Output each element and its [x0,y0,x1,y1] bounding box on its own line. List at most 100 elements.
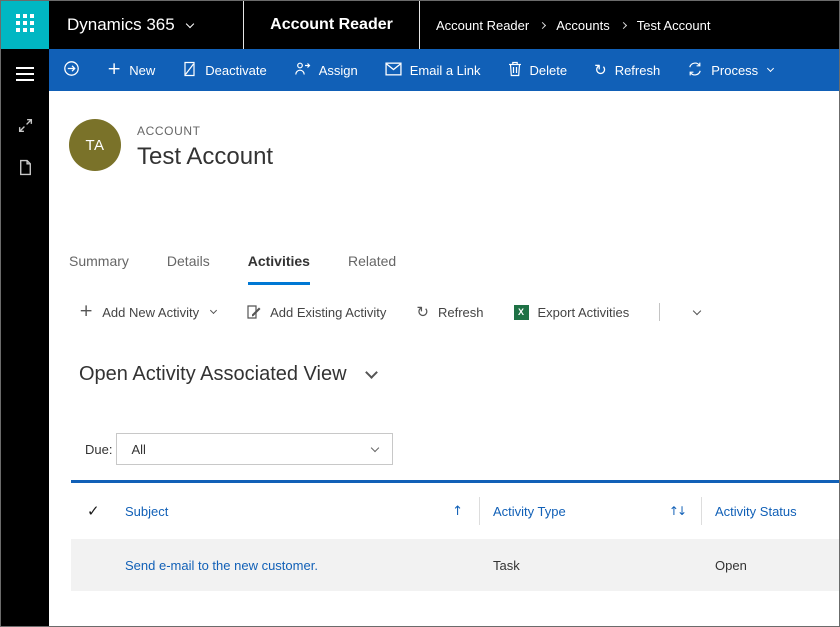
tab-related[interactable]: Related [348,253,396,285]
command-deactivate[interactable]: Deactivate [182,61,266,80]
button-label: Add New Activity [102,305,199,320]
due-filter: Due: All [85,433,839,465]
due-filter-select[interactable]: All [116,433,393,465]
chevron-down-icon [185,19,193,27]
breadcrumb-item-account-reader[interactable]: Account Reader [436,18,529,33]
button-label: Export Activities [538,305,630,320]
select-all-checkbox[interactable]: ✓ [71,483,125,539]
app-window: Dynamics 365 Account Reader Account Read… [0,0,840,627]
command-label: Assign [319,63,358,78]
chevron-down-icon [371,443,379,451]
app-launcher-button[interactable] [1,1,49,49]
export-activities-button[interactable]: X Export Activities [514,305,630,320]
top-navigation-bar: Dynamics 365 Account Reader Account Read… [1,1,839,49]
excel-icon: X [514,305,529,320]
command-bar: + New Deactivate [49,49,839,91]
command-label: Deactivate [205,63,266,78]
divider [419,1,420,49]
column-header-subject[interactable]: Subject ↑ [125,483,479,539]
assign-icon [294,61,311,80]
dynamics-365-menu[interactable]: Dynamics 365 [49,15,243,35]
entity-label: ACCOUNT [137,124,273,138]
edit-page-icon [246,304,261,320]
sort-ascending-icon: ↑ [452,504,463,519]
chevron-right-icon [539,21,546,28]
view-selector-label: Open Activity Associated View [79,363,347,386]
chevron-down-icon [365,366,378,379]
activity-subject-cell: Send e-mail to the new customer. [125,558,479,573]
toolbar-overflow-button[interactable] [690,307,704,318]
table-row[interactable]: Send e-mail to the new customer. Task Op… [71,539,839,591]
waffle-icon [15,13,35,38]
plus-icon: + [79,303,93,320]
chevron-down-icon [210,307,217,314]
command-process[interactable]: Process [687,61,773,80]
column-label: Activity Status [715,504,797,519]
page-title: Test Account [137,143,273,171]
column-label: Subject [125,504,168,519]
sort-icon: ↑↓ [669,504,685,518]
breadcrumb: Account Reader Accounts Test Account [436,18,710,33]
expand-arrows-icon [17,121,34,138]
button-label: Add Existing Activity [270,305,386,320]
left-sidebar [1,49,49,626]
activity-type-cell: Task [479,558,701,573]
avatar: TA [69,119,121,171]
hamburger-menu-button[interactable] [12,63,38,85]
record-set-button[interactable] [63,60,80,80]
trash-icon [508,61,522,80]
checkmark-icon: ✓ [87,502,100,520]
app-title: Account Reader [244,16,419,34]
command-assign[interactable]: Assign [294,61,358,80]
email-icon [385,62,402,79]
refresh-button[interactable]: ↻ Refresh [416,305,483,320]
command-delete[interactable]: Delete [508,61,568,80]
command-refresh[interactable]: ↻ Refresh [594,63,660,78]
breadcrumb-item-accounts[interactable]: Accounts [556,18,609,33]
row-checkbox[interactable] [71,539,125,591]
activity-status-cell: Open [701,558,839,573]
add-new-activity-button[interactable]: + Add New Activity [79,305,216,320]
view-selector[interactable]: Open Activity Associated View [79,357,839,391]
activity-subject-link[interactable]: Send e-mail to the new customer. [125,558,318,573]
command-label: Refresh [615,63,661,78]
main-content: + New Deactivate [49,49,839,626]
page-icon [18,163,33,180]
column-label: Activity Type [493,504,566,519]
tab-summary[interactable]: Summary [69,253,129,285]
deactivate-icon [182,61,197,80]
due-filter-label: Due: [85,442,112,457]
hamburger-icon [16,67,34,69]
column-header-activity-type[interactable]: Activity Type ↑↓ [479,483,701,539]
breadcrumb-item-test-account[interactable]: Test Account [637,18,711,33]
add-existing-activity-button[interactable]: Add Existing Activity [246,304,386,320]
button-label: Refresh [438,305,484,320]
refresh-icon: ↻ [594,63,607,78]
process-icon [687,61,703,80]
refresh-icon: ↻ [416,305,429,320]
command-email-a-link[interactable]: Email a Link [385,62,481,79]
column-header-activity-status[interactable]: Activity Status [701,483,839,539]
command-label: Email a Link [410,63,481,78]
app-name: Dynamics 365 [67,15,175,35]
tab-strip: Summary Details Activities Related [49,233,839,285]
chevron-down-icon [693,306,701,314]
plus-icon: + [107,61,121,78]
command-label: Delete [530,63,568,78]
due-filter-value: All [131,442,145,457]
command-new[interactable]: + New [107,63,155,78]
activities-grid: ✓ Subject ↑ Activity Type ↑↓ Activity St… [71,480,839,591]
divider [659,303,660,321]
chevron-down-icon [767,65,774,72]
chevron-right-icon [620,21,627,28]
activity-toolbar: + Add New Activity Add Existing Activity… [49,285,839,339]
sidebar-expand-button[interactable] [17,117,34,139]
sidebar-recent-button[interactable] [18,159,33,181]
grid-header-row: ✓ Subject ↑ Activity Type ↑↓ Activity St… [71,483,839,539]
record-set-icon [63,60,80,80]
record-header: TA ACCOUNT Test Account [49,91,839,233]
tab-details[interactable]: Details [167,253,210,285]
tab-activities[interactable]: Activities [248,253,310,285]
command-label: New [129,63,155,78]
command-label: Process [711,63,758,78]
